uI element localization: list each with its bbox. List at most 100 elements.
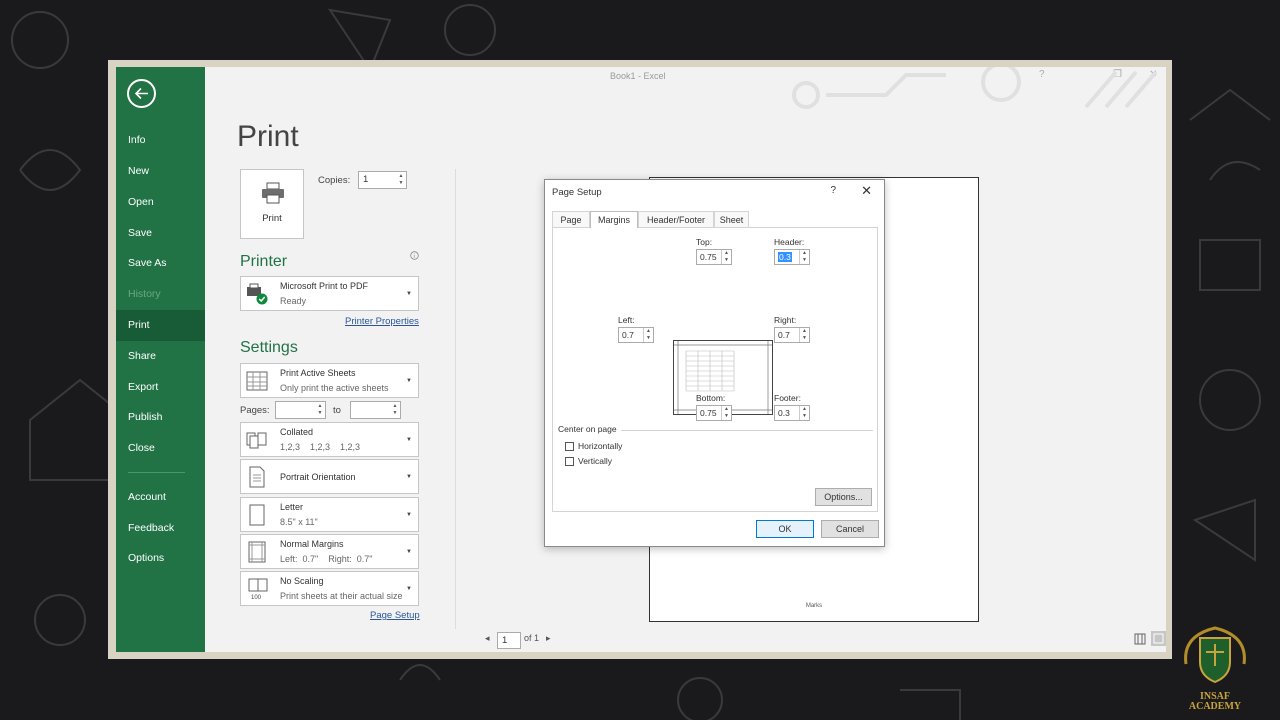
collate-icon — [246, 432, 267, 449]
nav-feedback[interactable]: Feedback — [116, 513, 205, 544]
zoom-to-page-icon[interactable] — [1151, 631, 1166, 646]
nav-options[interactable]: Options — [116, 543, 205, 574]
nav-close[interactable]: Close — [116, 433, 205, 464]
info-icon[interactable]: i — [410, 251, 419, 260]
stepper-arrows-icon[interactable]: ▲ ▼ — [721, 406, 731, 420]
orientation-select[interactable]: Portrait Orientation ▼ — [240, 459, 419, 494]
stepper-arrows-icon[interactable]: ▲ ▼ — [799, 250, 809, 264]
header-margin-stepper[interactable]: 0.3 ▲ ▼ — [774, 249, 810, 265]
tab-sheet[interactable]: Sheet — [714, 211, 749, 227]
panel-divider — [455, 169, 456, 629]
chevron-down-icon: ▼ — [406, 378, 412, 384]
nav-publish[interactable]: Publish — [116, 402, 205, 433]
print-what-select[interactable]: Print Active Sheets Only print the activ… — [240, 363, 419, 398]
stepper-arrows-icon[interactable]: ▲ ▼ — [799, 328, 809, 342]
show-margins-icon[interactable] — [1134, 633, 1146, 645]
bottom-margin-stepper[interactable]: 0.75 ▲ ▼ — [696, 405, 732, 421]
brand-line2: ACADEMY — [1188, 701, 1242, 712]
nav-new[interactable]: New — [116, 156, 205, 187]
tab-margins[interactable]: Margins — [590, 211, 638, 228]
footer-margin-stepper[interactable]: 0.3 ▲ ▼ — [774, 405, 810, 421]
copies-stepper[interactable]: 1 ▲ ▼ — [358, 171, 407, 189]
chevron-down-icon: ▼ — [406, 474, 412, 480]
stepper-arrows-icon[interactable]: ▲ ▼ — [397, 173, 405, 187]
paper-size-select[interactable]: Letter 8.5" x 11" ▼ — [240, 497, 419, 532]
backstage-sidebar: Info New Open Save Save As History Print… — [116, 67, 205, 652]
stepper-arrows-icon[interactable]: ▲ ▼ — [799, 406, 809, 420]
page-total: of 1 — [524, 633, 540, 643]
page-number-input[interactable]: 1 — [497, 632, 521, 649]
scaling-select[interactable]: 100 No Scaling Print sheets at their act… — [240, 571, 419, 606]
svg-text:i: i — [414, 254, 415, 260]
scaling-label: No Scaling — [280, 576, 324, 586]
margins-desc: Left: 0.7" Right: 0.7" — [280, 554, 373, 564]
dialog-close-button[interactable]: ✕ — [861, 183, 872, 199]
left-margin-value: 0.7 — [622, 330, 634, 340]
nav-open[interactable]: Open — [116, 187, 205, 218]
right-margin-value: 0.7 — [778, 330, 790, 340]
tab-page[interactable]: Page — [552, 211, 590, 227]
insaf-academy-logo: INSAF ACADEMY — [1178, 624, 1252, 714]
printer-ready-icon — [247, 283, 268, 305]
print-button-label: Print — [262, 213, 282, 224]
scaling-icon: 100 — [248, 578, 268, 600]
printer-properties-link[interactable]: Printer Properties — [345, 316, 419, 327]
top-margin-stepper[interactable]: 0.75 ▲ ▼ — [696, 249, 732, 265]
horizontally-checkbox[interactable] — [565, 442, 574, 451]
margins-select[interactable]: Normal Margins Left: 0.7" Right: 0.7" ▼ — [240, 534, 419, 569]
nav-share[interactable]: Share — [116, 341, 205, 372]
window-title: Book1 - Excel — [610, 71, 666, 81]
copies-label: Copies: — [318, 175, 351, 186]
paper-icon — [249, 504, 265, 526]
chevron-down-icon: ▼ — [406, 437, 412, 443]
vertically-label: Vertically — [578, 456, 613, 466]
tab-header-footer[interactable]: Header/Footer — [638, 211, 714, 227]
paper-size-desc: 8.5" x 11" — [280, 517, 318, 527]
stepper-arrows-icon[interactable]: ▲ ▼ — [316, 403, 324, 417]
printer-heading: Printer — [240, 253, 288, 270]
page-setup-dialog: Page Setup ? ✕ Page Margins Header/Foote… — [544, 179, 885, 547]
printer-name: Microsoft Print to PDF — [280, 281, 369, 291]
options-button[interactable]: Options... — [815, 488, 872, 506]
academy-crest-icon — [1184, 626, 1246, 684]
left-label: Left: — [618, 315, 635, 325]
stepper-arrows-icon[interactable]: ▲ ▼ — [391, 403, 399, 417]
pages-to-input[interactable]: ▲ ▼ — [350, 401, 401, 419]
settings-heading: Settings — [240, 339, 298, 356]
nav-print[interactable]: Print — [116, 310, 205, 341]
chevron-down-icon: ▼ — [406, 549, 412, 555]
header-margin-value: 0.3 — [778, 252, 792, 262]
nav-export[interactable]: Export — [116, 372, 205, 403]
dialog-help-button[interactable]: ? — [830, 185, 836, 196]
copies-value: 1 — [363, 174, 369, 185]
nav-account[interactable]: Account — [116, 482, 205, 513]
pages-from-input[interactable]: ▲ ▼ — [275, 401, 326, 419]
scaling-desc: Print sheets at their actual size — [280, 591, 403, 601]
sheets-icon — [246, 371, 268, 391]
vertically-checkbox[interactable] — [565, 457, 574, 466]
printer-select[interactable]: Microsoft Print to PDF Ready ▼ — [240, 276, 419, 311]
print-what-desc: Only print the active sheets — [280, 383, 389, 393]
stepper-arrows-icon[interactable]: ▲ ▼ — [643, 328, 653, 342]
back-button[interactable] — [127, 79, 156, 108]
printer-icon — [262, 182, 284, 204]
print-button[interactable]: Print — [240, 169, 304, 239]
nav-info[interactable]: Info — [116, 125, 205, 156]
collation-select[interactable]: Collated 1,2,3 1,2,3 1,2,3 ▼ — [240, 422, 419, 457]
prev-page-icon[interactable]: ◂ — [485, 633, 490, 644]
cancel-button[interactable]: Cancel — [821, 520, 879, 538]
next-page-icon[interactable]: ▸ — [546, 633, 551, 644]
footer-label: Footer: — [774, 393, 801, 403]
nav-history: History — [128, 288, 161, 300]
nav-save[interactable]: Save — [116, 218, 205, 249]
right-margin-stepper[interactable]: 0.7 ▲ ▼ — [774, 327, 810, 343]
dialog-title: Page Setup — [552, 187, 602, 198]
stepper-arrows-icon[interactable]: ▲ ▼ — [721, 250, 731, 264]
ok-button[interactable]: OK — [756, 520, 814, 538]
nav-save-as[interactable]: Save As — [116, 248, 205, 279]
group-divider — [621, 430, 873, 431]
left-margin-stepper[interactable]: 0.7 ▲ ▼ — [618, 327, 654, 343]
margins-panel: Top: 0.75 ▲ ▼ Header: 0.3 ▲ ▼ Left: 0.7 ▲ ▼… — [552, 227, 878, 512]
pages-to-label: to — [333, 405, 341, 416]
page-setup-link[interactable]: Page Setup — [370, 610, 420, 621]
